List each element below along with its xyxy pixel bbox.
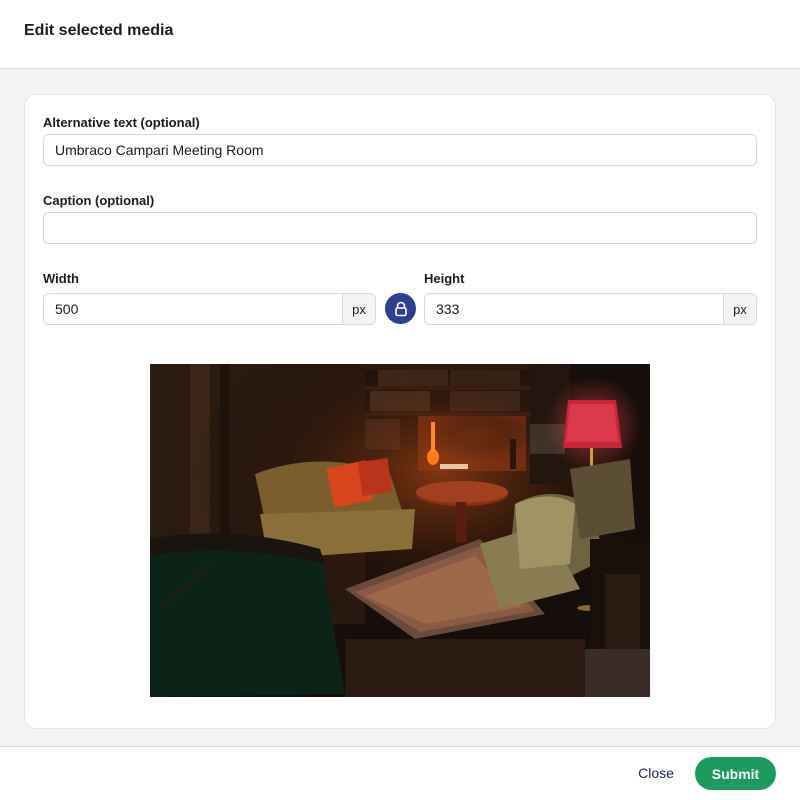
dialog-title: Edit selected media [24, 22, 174, 39]
alt-text-input[interactable] [43, 134, 757, 166]
width-input[interactable] [44, 294, 342, 324]
height-input[interactable] [425, 294, 723, 324]
submit-button[interactable]: Submit [695, 757, 776, 790]
height-field: px [424, 293, 757, 325]
alt-text-label: Alternative text (optional) [43, 115, 200, 130]
media-edit-form: Alternative text (optional) Caption (opt… [24, 94, 776, 729]
dialog-footer: Close Submit [0, 746, 800, 800]
dialog-header: Edit selected media [0, 0, 800, 69]
height-unit: px [723, 294, 756, 324]
width-label: Width [43, 271, 79, 286]
caption-label: Caption (optional) [43, 193, 155, 208]
lock-icon [394, 301, 408, 317]
close-button[interactable]: Close [628, 757, 684, 789]
height-label: Height [424, 271, 465, 286]
caption-input[interactable] [43, 212, 757, 244]
width-field: px [43, 293, 376, 325]
aspect-lock-button[interactable] [385, 293, 416, 324]
media-preview-image [150, 364, 650, 697]
width-unit: px [342, 294, 375, 324]
